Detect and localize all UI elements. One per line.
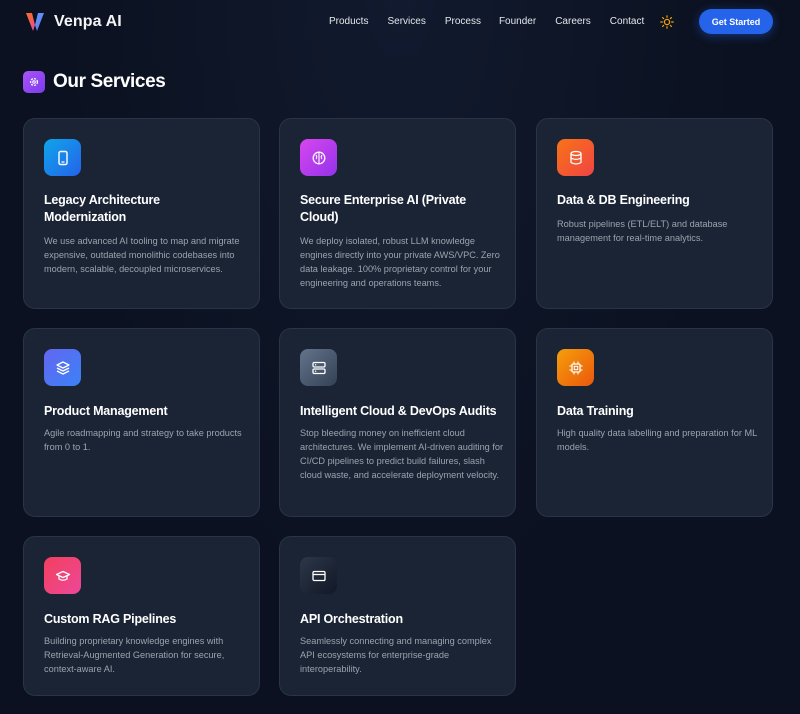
service-description: Robust pipelines (ETL/ELT) and database … [557,219,728,243]
brand-name: Venpa AI [54,13,122,30]
sun-icon[interactable] [660,15,674,29]
main-nav: Products Services Process Founder Career… [329,16,644,27]
service-title: Custom RAG Pipelines [44,612,177,626]
cpu-icon [557,349,594,386]
service-description: Building proprietary knowledge engines w… [44,636,225,674]
venpa-logo-icon [26,13,44,31]
service-card-product-management[interactable]: Product Management Agile roadmapping and… [23,328,260,517]
service-card-secure-enterprise-ai[interactable]: Secure Enterprise AI (Private Cloud) We … [279,118,516,309]
service-card-custom-rag-pipelines[interactable]: Custom RAG Pipelines Building proprietar… [23,536,260,696]
service-title: Data Training [557,404,634,418]
service-description: We use advanced AI tooling to map and mi… [44,236,240,274]
service-description: Seamlessly connecting and managing compl… [300,636,492,674]
database-icon [557,139,594,176]
service-title: API Orchestration [300,612,403,626]
layers-icon [44,349,81,386]
nav-contact[interactable]: Contact [610,16,644,27]
nav-services[interactable]: Services [387,16,425,27]
brain-icon [300,139,337,176]
card-icon [300,557,337,594]
tablet-icon [44,139,81,176]
nav-founder[interactable]: Founder [499,16,536,27]
service-description: Agile roadmapping and strategy to take p… [44,428,242,452]
service-card-data-db-engineering[interactable]: Data & DB Engineering Robust pipelines (… [536,118,773,309]
service-card-data-training[interactable]: Data Training High quality data labellin… [536,328,773,517]
service-title: Intelligent Cloud & DevOps Audits [300,404,497,418]
graduation-cap-icon [44,557,81,594]
service-description: High quality data labelling and preparat… [557,428,757,452]
service-description: We deploy isolated, robust LLM knowledge… [300,236,500,288]
get-started-button[interactable]: Get Started [699,9,773,34]
nav-products[interactable]: Products [329,16,368,27]
section-header: Our Services [23,71,166,93]
nav-careers[interactable]: Careers [555,16,591,27]
service-title: Secure Enterprise AI (Private Cloud) [300,193,467,224]
service-title: Product Management [44,404,168,418]
service-title: Legacy Architecture Modernization [44,193,160,224]
service-card-legacy-modernization[interactable]: Legacy Architecture Modernization We use… [23,118,260,309]
brand-logo[interactable]: Venpa AI [24,11,122,33]
service-card-cloud-devops-audits[interactable]: Intelligent Cloud & DevOps Audits Stop b… [279,328,516,517]
gear-icon [23,71,45,93]
server-icon [300,349,337,386]
service-description: Stop bleeding money on inefficient cloud… [300,428,504,480]
section-title: Our Services [53,71,166,92]
service-title: Data & DB Engineering [557,193,690,207]
top-navbar: Venpa AI Products Services Process Found… [0,0,800,44]
service-card-api-orchestration[interactable]: API Orchestration Seamlessly connecting … [279,536,516,696]
nav-process[interactable]: Process [445,16,481,27]
